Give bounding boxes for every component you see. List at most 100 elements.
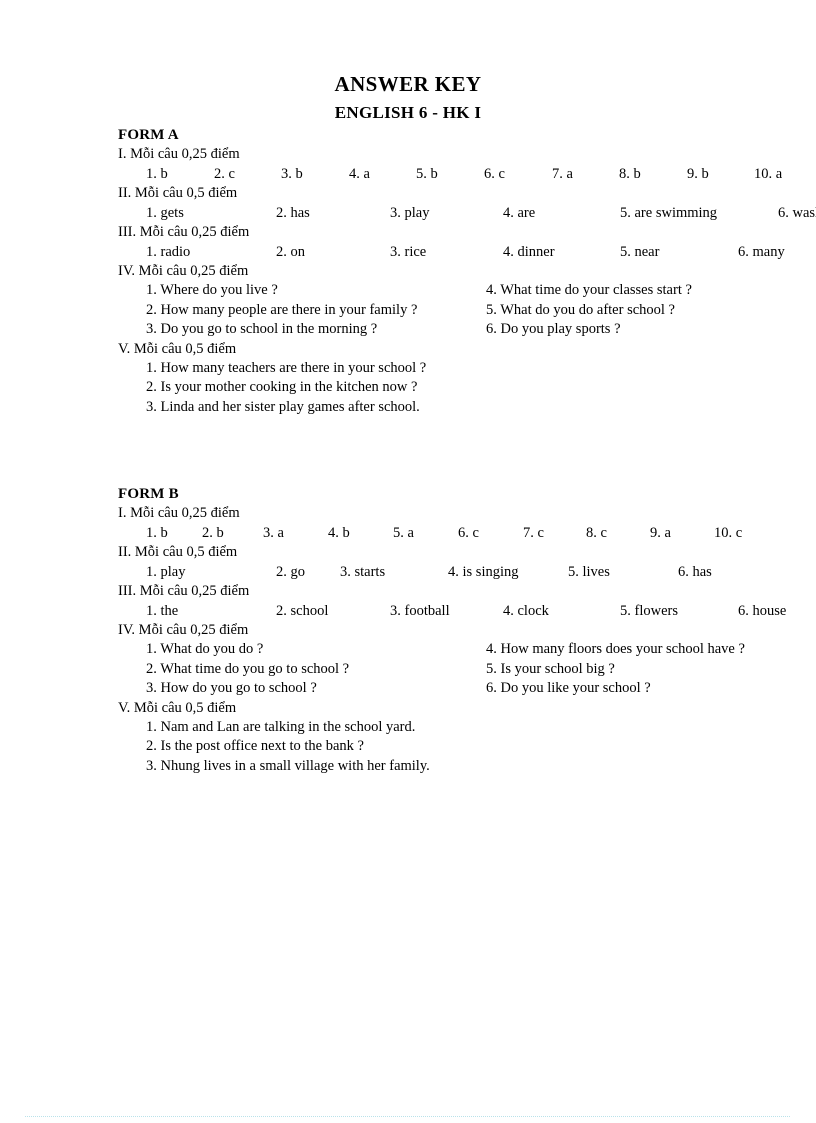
- section-heading: V. Mỗi câu 0,5 điểm: [118, 699, 237, 716]
- answer-item: 4. are: [503, 205, 536, 221]
- answer-item: 2. school: [276, 603, 329, 619]
- answer-item: 4. b: [328, 525, 350, 541]
- question-two-column-block: 1. What do you do ? 2. What time do you g…: [118, 640, 798, 699]
- question-line: 4. How many floors does your school have…: [486, 641, 745, 657]
- section-heading: III. Mỗi câu 0,25 điểm: [118, 224, 250, 240]
- answer-item: 6. house: [738, 603, 787, 619]
- answer-item: 8. b: [619, 166, 641, 182]
- answer-item: 5. a: [393, 525, 414, 541]
- answer-item: 3. football: [390, 603, 450, 619]
- answer-item: 1. radio: [146, 244, 191, 260]
- answer-item: 7. a: [552, 166, 573, 182]
- answer-item: 2. c: [214, 166, 235, 182]
- question-line: 1. How many teachers are there in your s…: [146, 359, 427, 376]
- question-line: 2. Is your mother cooking in the kitchen…: [146, 379, 418, 395]
- section-heading: II. Mỗi câu 0,5 điểm: [118, 185, 238, 201]
- section-heading: V. Mỗi câu 0,5 điểm: [118, 340, 237, 357]
- answer-section: V. Mỗi câu 0,5 điểm 1. How many teachers …: [118, 340, 798, 418]
- form-a-block: FORM A I. Mỗi câu 0,25 điểm 1. b 2. c 3. b 4.…: [118, 127, 816, 418]
- answer-section: IV. Mỗi câu 0,25 điểm 1. What do you do ?…: [118, 621, 798, 699]
- question-line: 2. How many people are there in your fam…: [146, 301, 418, 318]
- answer-item: 8. c: [586, 525, 607, 541]
- answer-item: 1. b: [146, 166, 168, 182]
- answer-item: 3. a: [263, 525, 284, 541]
- answer-item: 3. starts: [340, 564, 386, 580]
- question-line: 3. Do you go to school in the morning ?: [146, 321, 378, 337]
- question-column-right: 4. What time do your classes start ? 5. W…: [486, 281, 692, 340]
- answer-item: 5. b: [416, 166, 438, 182]
- section-heading: IV. Mỗi câu 0,25 điểm: [118, 622, 249, 638]
- question-list: 1. Nam and Lan are talking in the school…: [118, 718, 798, 777]
- answer-item: 6. many: [738, 244, 785, 260]
- answer-item: 9. b: [687, 166, 709, 182]
- answer-item: 2. has: [276, 205, 310, 221]
- answer-item: 10. c: [714, 525, 743, 541]
- answer-section: V. Mỗi câu 0,5 điểm 1. Nam and Lan are ta…: [118, 699, 798, 777]
- answer-item: 1. gets: [146, 205, 184, 221]
- answer-row: 1. gets 2. has 3. play 4. are 5. are swimmin…: [118, 203, 816, 223]
- page-subtitle: ENGLISH 6 - HK I: [334, 103, 482, 122]
- question-line: 5. What do you do after school ?: [486, 301, 675, 318]
- question-line: 1. Nam and Lan are talking in the school…: [146, 718, 416, 735]
- form-b-block: FORM B I. Mỗi câu 0,25 điểm 1. b 2. b 3. a 4.…: [118, 486, 798, 776]
- question-line: 1. What do you do ?: [146, 641, 264, 657]
- answer-item: 1. b: [146, 525, 168, 541]
- answer-item: 6. has: [678, 564, 712, 580]
- answer-item: 3. play: [390, 205, 430, 221]
- document-page: ANSWER KEY ENGLISH 6 - HK I FORM A I. Mỗi…: [0, 0, 816, 1123]
- answer-item: 1. play: [146, 564, 186, 580]
- section-heading: IV. Mỗi câu 0,25 điểm: [118, 263, 249, 279]
- answer-row: 1. b 2. b 3. a 4. b 5. a 6. c 7. c 8. c 9. a 10. …: [118, 523, 798, 543]
- section-heading: III. Mỗi câu 0,25 điểm: [118, 583, 250, 599]
- form-label: FORM B: [118, 486, 179, 502]
- answer-item: 4. a: [349, 166, 370, 182]
- answer-item: 6. wash: [778, 205, 816, 221]
- answer-row: 1. radio 2. on 3. rice 4. dinner 5. near 6. m…: [118, 242, 798, 262]
- question-line: 6. Do you like your school ?: [486, 680, 651, 696]
- question-line: 3. Linda and her sister play games after…: [146, 398, 420, 415]
- answer-item: 7. c: [523, 525, 544, 541]
- answer-item: 9. a: [650, 525, 671, 541]
- answer-row: 1. play 2. go 3. starts 4. is singing 5. liv…: [118, 562, 798, 582]
- form-label: FORM A: [118, 127, 179, 143]
- answer-item: 3. b: [281, 166, 303, 182]
- question-line: 3. How do you go to school ?: [146, 680, 317, 696]
- page-title: ANSWER KEY: [334, 72, 482, 96]
- answer-item: 5. near: [620, 244, 660, 260]
- answer-item: 2. b: [202, 525, 224, 541]
- question-line: 1. Where do you live ?: [146, 282, 278, 298]
- answer-item: 6. c: [484, 166, 505, 182]
- answer-item: 5. flowers: [620, 603, 678, 619]
- answer-section: II. Mỗi câu 0,5 điểm 1. gets 2. has 3. play…: [118, 184, 816, 223]
- question-line: 3. Nhung lives in a small village with h…: [146, 757, 430, 774]
- answer-row: 1. b 2. c 3. b 4. a 5. b 6. c 7. a 8. b 9. b 10. …: [118, 164, 798, 184]
- question-column-left: 1. What do you do ? 2. What time do you g…: [146, 640, 349, 699]
- question-line: 2. What time do you go to school ?: [146, 660, 350, 677]
- answer-item: 3. rice: [390, 244, 427, 260]
- section-heading: I. Mỗi câu 0,25 điểm: [118, 505, 240, 521]
- answer-item: 4. clock: [503, 603, 549, 619]
- answer-item: 5. are swimming: [620, 205, 718, 221]
- question-column-left: 1. Where do you live ? 2. How many people…: [146, 281, 417, 340]
- answer-item: 10. a: [754, 166, 783, 182]
- question-line: 2. Is the post office next to the bank ?: [146, 738, 364, 754]
- answer-item: 1. the: [146, 603, 179, 619]
- answer-section: I. Mỗi câu 0,25 điểm 1. b 2. b 3. a 4. b 5. a…: [118, 504, 798, 543]
- answer-section: III. Mỗi câu 0,25 điểm 1. the 2. school 3. …: [118, 582, 798, 621]
- section-heading: II. Mỗi câu 0,5 điểm: [118, 544, 238, 560]
- question-line: 4. What time do your classes start ?: [486, 282, 692, 298]
- answer-item: 2. go: [276, 564, 305, 580]
- answer-item: 2. on: [276, 244, 305, 260]
- bottom-dotted-rule: [25, 1116, 790, 1118]
- answer-section: I. Mỗi câu 0,25 điểm 1. b 2. c 3. b 4. a 5. b…: [118, 145, 798, 184]
- question-line: 6. Do you play sports ?: [486, 321, 621, 337]
- answer-item: 4. dinner: [503, 244, 555, 260]
- question-list: 1. How many teachers are there in your s…: [118, 359, 798, 418]
- question-two-column-block: 1. Where do you live ? 2. How many people…: [118, 281, 798, 340]
- question-column-right: 4. How many floors does your school have…: [486, 640, 745, 699]
- answer-item: 4. is singing: [448, 564, 519, 580]
- answer-item: 6. c: [458, 525, 479, 541]
- answer-row: 1. the 2. school 3. football 4. clock 5. flo…: [118, 601, 798, 621]
- answer-item: 5. lives: [568, 564, 610, 580]
- answer-section: II. Mỗi câu 0,5 điểm 1. play 2. go 3. start…: [118, 543, 798, 582]
